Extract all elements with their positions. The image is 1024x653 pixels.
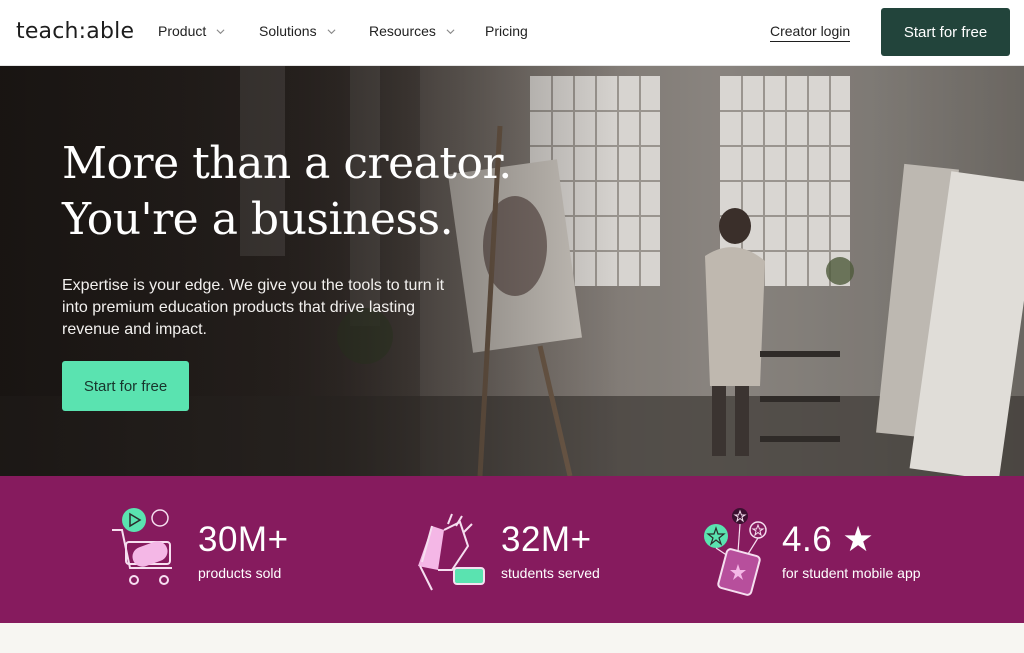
shopping-cart-icon (112, 508, 172, 585)
nav-resources[interactable]: Resources (369, 23, 455, 39)
stats-band: 30M+ products sold 32M+ students served (0, 476, 1024, 623)
chevron-down-icon (327, 27, 336, 35)
stat-products-sold: 30M+ products sold (0, 476, 340, 623)
high-five-icon (418, 513, 485, 591)
mobile-rating-icon (704, 508, 767, 596)
start-for-free-button[interactable]: Start for free (881, 8, 1010, 56)
stat-value: 30M+ (198, 520, 289, 559)
creator-login-link[interactable]: Creator login (770, 23, 851, 42)
nav-solutions-label: Solutions (259, 23, 317, 39)
top-navigation: teach:able Product Solutions Resources P… (0, 0, 1024, 66)
stat-students-served: 32M+ students served (340, 476, 680, 623)
nav-product[interactable]: Product (158, 23, 225, 39)
stat-value: 4.6 ★ (782, 520, 875, 559)
hero-start-for-free-button[interactable]: Start for free (62, 361, 189, 411)
chevron-down-icon (216, 27, 225, 35)
hero-heading-line2: You're a business. (62, 194, 454, 245)
stat-label: products sold (198, 565, 282, 581)
next-section-preview (0, 623, 1024, 653)
stat-mobile-app-rating: 4.6 ★ for student mobile app (680, 476, 1024, 623)
stat-label: for student mobile app (782, 565, 921, 581)
nav-product-label: Product (158, 23, 207, 39)
stat-label: students served (501, 565, 600, 581)
hero-overlay (0, 66, 620, 476)
hero-section: More than a creator. You're a business. … (0, 66, 1024, 476)
nav-pricing-label: Pricing (485, 23, 528, 39)
nav-resources-label: Resources (369, 23, 436, 39)
nav-solutions[interactable]: Solutions (259, 23, 336, 39)
teachable-logo[interactable]: teach:able (16, 19, 134, 44)
hero-heading: More than a creator. You're a business. (62, 136, 582, 248)
stat-value: 32M+ (501, 520, 592, 559)
chevron-down-icon (446, 27, 455, 35)
nav-pricing[interactable]: Pricing (485, 23, 528, 39)
hero-heading-line1: More than a creator. (62, 138, 512, 189)
hero-subtitle: Expertise is your edge. We give you the … (62, 277, 445, 338)
